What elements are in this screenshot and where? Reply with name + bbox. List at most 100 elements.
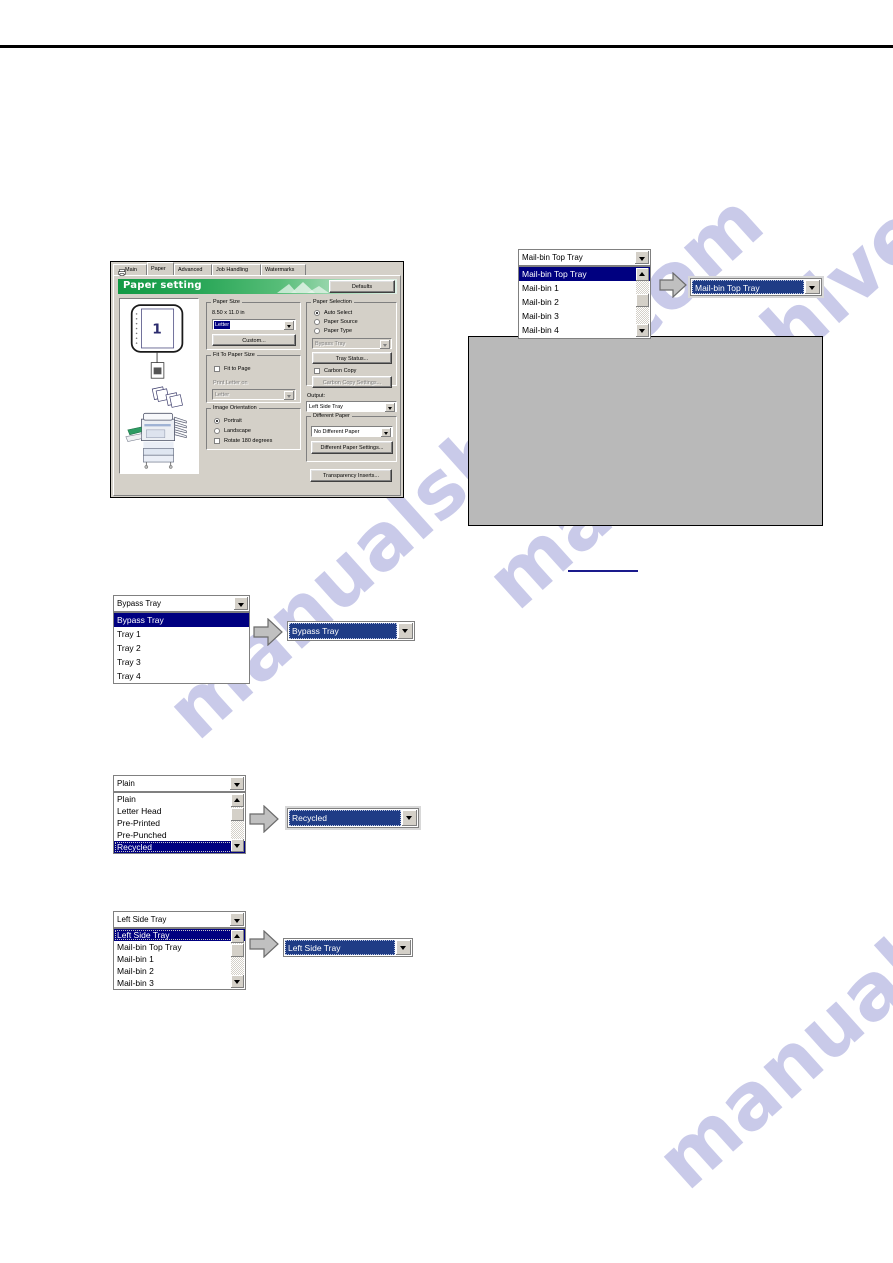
- list-item[interactable]: Plain: [114, 793, 245, 805]
- list-item[interactable]: Mail-bin 4: [519, 323, 650, 337]
- tab-job-handling[interactable]: Job Handling: [212, 264, 261, 275]
- print-letter-on-value: Letter: [215, 392, 230, 398]
- scroll-up-icon[interactable]: [636, 268, 649, 281]
- list-item[interactable]: Tray 1: [114, 627, 249, 641]
- scroll-down-icon[interactable]: [636, 324, 649, 337]
- scroll-down-icon[interactable]: [231, 839, 244, 852]
- preview-illustration: 1: [125, 304, 187, 469]
- portrait-radio[interactable]: [214, 418, 220, 424]
- tab-watermarks[interactable]: Watermarks: [261, 264, 306, 275]
- scrollbar-thumb[interactable]: [231, 944, 244, 957]
- flow-arrow-icon: [249, 805, 279, 833]
- landscape-radio[interactable]: [214, 428, 220, 434]
- dialog-body: Paper setting Defaults 1 Paper Size 8.50…: [113, 275, 401, 496]
- auto-select-radio[interactable]: [314, 310, 320, 316]
- paper-type-radio[interactable]: [314, 328, 320, 334]
- output-tray-closed-value: Left Side Tray: [117, 915, 167, 924]
- chevron-down-icon[interactable]: [230, 777, 244, 790]
- chevron-down-icon[interactable]: [805, 280, 820, 294]
- chevron-down-icon[interactable]: [635, 251, 649, 264]
- chevron-down-icon[interactable]: [380, 340, 390, 349]
- paper-selection-group-label: Paper Selection: [311, 299, 354, 306]
- tab-strip: Main Paper Advanced Job Handling Waterma…: [111, 262, 405, 276]
- paper-source-combo[interactable]: Bypass Tray: [312, 338, 392, 349]
- list-item[interactable]: Mail-bin 2: [114, 965, 245, 977]
- list-item[interactable]: Mail-bin 1: [519, 281, 650, 295]
- chevron-down-icon[interactable]: [284, 391, 294, 400]
- tab-paper-label: Paper: [151, 266, 166, 272]
- chevron-down-icon[interactable]: [284, 321, 294, 330]
- paper-type-closed-combo[interactable]: Plain: [113, 775, 246, 792]
- custom-paper-size-button[interactable]: Custom...: [212, 334, 296, 346]
- paper-source-closed-combo[interactable]: Bypass Tray: [113, 595, 250, 612]
- paper-size-combo[interactable]: Letter: [212, 319, 296, 330]
- list-item[interactable]: Pre-Printed: [114, 817, 245, 829]
- page-header-rule: [0, 45, 893, 48]
- scrollbar-thumb[interactable]: [636, 294, 649, 307]
- auto-select-label: Auto Select: [324, 310, 353, 316]
- different-paper-settings-button[interactable]: Different Paper Settings...: [311, 441, 393, 454]
- mailbin-result-value: Mail-bin Top Tray: [695, 283, 760, 293]
- paper-source-radio[interactable]: [314, 319, 320, 325]
- chevron-down-icon[interactable]: [230, 913, 244, 926]
- chevron-down-icon[interactable]: [396, 940, 411, 955]
- paper-source-result-combo[interactable]: Bypass Tray: [287, 621, 415, 641]
- tab-advanced-label: Advanced: [178, 267, 203, 273]
- output-tray-option-list[interactable]: Left Side Tray Mail-bin Top Tray Mail-bi…: [113, 928, 246, 990]
- paper-type-result-value: Recycled: [292, 813, 327, 823]
- print-letter-on-label: Print Letter on: [213, 380, 248, 386]
- paper-source-option-list[interactable]: Bypass Tray Tray 1 Tray 2 Tray 3 Tray 4: [113, 612, 250, 684]
- tray-status-button[interactable]: Tray Status...: [312, 352, 392, 364]
- list-item[interactable]: Letter Head: [114, 805, 245, 817]
- carbon-copy-checkbox[interactable]: [314, 368, 320, 374]
- list-scrollbar[interactable]: [231, 930, 244, 988]
- transparency-inserts-button[interactable]: Transparency Inserts...: [310, 469, 392, 482]
- output-tray-result-combo[interactable]: Left Side Tray: [283, 938, 413, 957]
- output-combo[interactable]: Left Side Tray: [306, 401, 397, 412]
- tab-advanced[interactable]: Advanced: [174, 264, 212, 275]
- list-item[interactable]: Recycled: [114, 841, 245, 853]
- list-item[interactable]: Left Side Tray: [114, 929, 245, 941]
- carbon-copy-settings-button[interactable]: Carbon Copy Settings...: [312, 376, 392, 388]
- list-item[interactable]: Mail-bin 2: [519, 295, 650, 309]
- mailbin-closed-combo[interactable]: Mail-bin Top Tray: [518, 249, 651, 266]
- mailbin-result-combo[interactable]: Mail-bin Top Tray: [690, 278, 822, 296]
- chevron-down-icon[interactable]: [381, 428, 391, 437]
- paper-type-result-combo[interactable]: Recycled: [287, 808, 419, 828]
- tab-main[interactable]: Main: [113, 264, 147, 276]
- list-item[interactable]: Mail-bin 3: [519, 309, 650, 323]
- list-item[interactable]: Tray 3: [114, 655, 249, 669]
- list-item[interactable]: Bypass Tray: [114, 613, 249, 627]
- list-item[interactable]: Tray 4: [114, 669, 249, 683]
- list-item[interactable]: Mail-bin Top Tray: [519, 267, 650, 281]
- output-tray-closed-combo[interactable]: Left Side Tray: [113, 911, 246, 928]
- list-item[interactable]: Mail-bin Top Tray: [114, 941, 245, 953]
- blank-figure-panel: [468, 336, 823, 526]
- scroll-up-icon[interactable]: [231, 930, 244, 943]
- chevron-down-icon[interactable]: [385, 403, 395, 412]
- chevron-down-icon[interactable]: [402, 810, 417, 826]
- fit-to-page-checkbox[interactable]: [214, 366, 220, 372]
- list-item[interactable]: Tray 2: [114, 641, 249, 655]
- scroll-down-icon[interactable]: [231, 975, 244, 988]
- different-paper-combo[interactable]: No Different Paper: [311, 426, 393, 437]
- print-letter-on-combo[interactable]: Letter: [212, 389, 296, 400]
- list-scrollbar[interactable]: [231, 794, 244, 852]
- chevron-down-icon[interactable]: [398, 623, 413, 639]
- page-title: Paper setting: [123, 280, 202, 291]
- chevron-down-icon[interactable]: [234, 597, 248, 610]
- scrollbar-thumb[interactable]: [231, 808, 244, 821]
- list-item[interactable]: Pre-Punched: [114, 829, 245, 841]
- scroll-up-icon[interactable]: [231, 794, 244, 807]
- rotate-180-checkbox[interactable]: [214, 438, 220, 444]
- mailbin-option-list[interactable]: Mail-bin Top Tray Mail-bin 1 Mail-bin 2 …: [518, 266, 651, 339]
- tab-job-handling-label: Job Handling: [216, 267, 249, 273]
- list-scrollbar[interactable]: [636, 268, 649, 337]
- paper-type-option-list[interactable]: Plain Letter Head Pre-Printed Pre-Punche…: [113, 792, 246, 854]
- list-item[interactable]: Mail-bin 1: [114, 953, 245, 965]
- tab-paper[interactable]: Paper: [147, 262, 174, 275]
- mountain-graphic-icon: [277, 282, 329, 293]
- defaults-button[interactable]: Defaults: [329, 280, 395, 293]
- list-item[interactable]: Mail-bin 3: [114, 977, 245, 989]
- paper-source-closed-value: Bypass Tray: [117, 599, 162, 608]
